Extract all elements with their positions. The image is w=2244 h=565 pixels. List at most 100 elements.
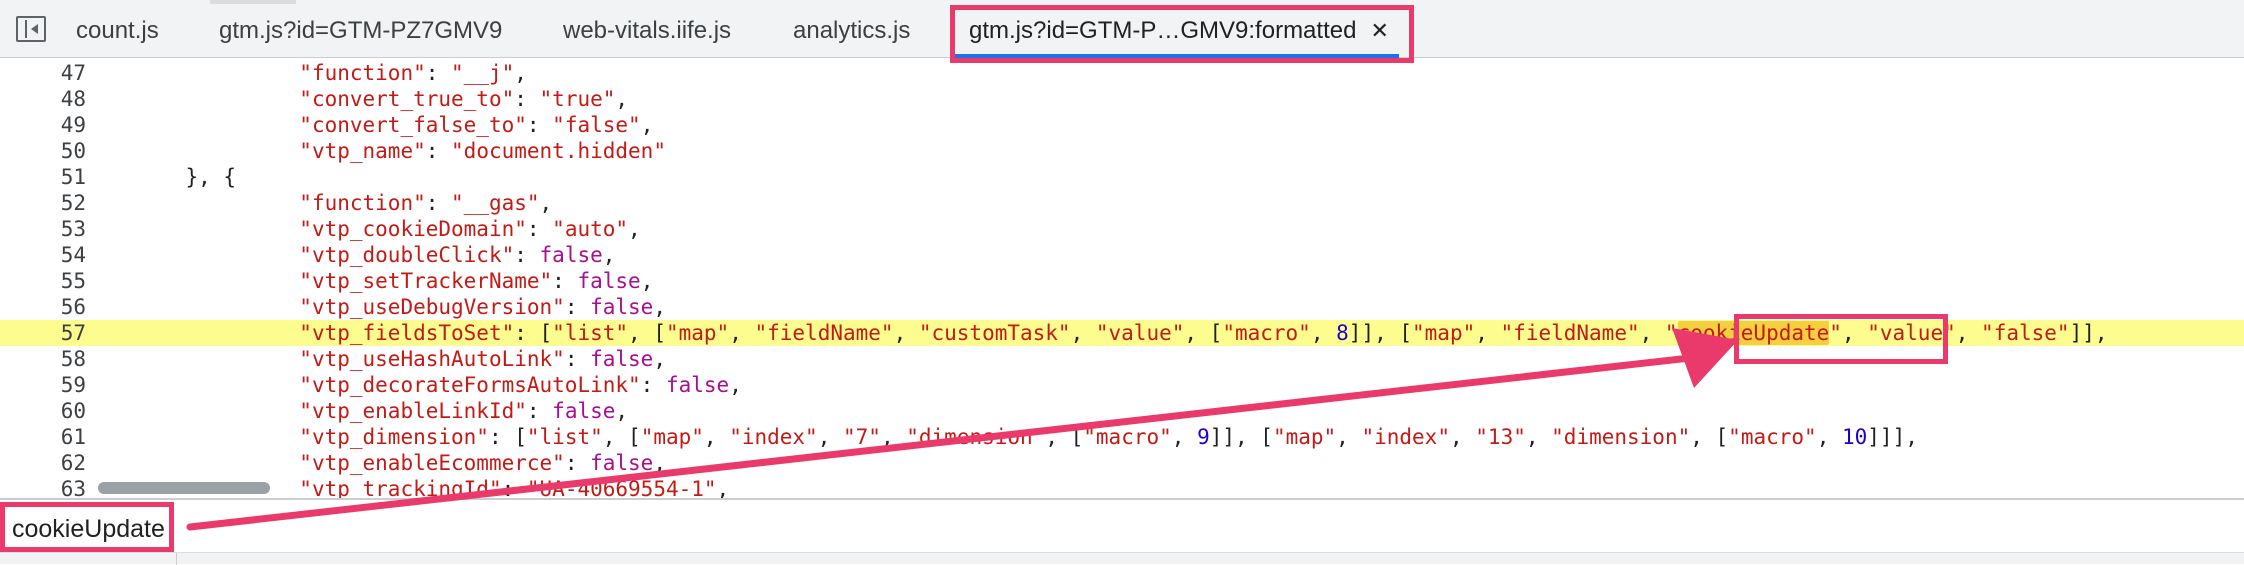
code-text: "vtp_enableEcommerce": false, [97,450,666,476]
code-token: : [514,87,540,111]
tab-gtm-js[interactable]: gtm.js?id=GTM-PZ7GMV9 [219,0,502,58]
code-text: "vtp_useHashAutoLink": false, [97,346,666,372]
code-token: , [ [1045,425,1084,449]
tab-analytics-js[interactable]: analytics.js [793,0,910,58]
code-text: "convert_false_to": "false", [97,112,653,138]
code-token: : [564,295,591,319]
code-token: false [552,399,616,423]
sidebar-toggle-icon[interactable] [16,16,46,42]
code-token: : [552,269,578,293]
search-match: cookieUpdate [1677,321,1830,345]
line-number: 62 [60,451,86,475]
code-text: "vtp_decorateFormsAutoLink": false, [97,372,742,398]
code-token: }, { [160,165,237,189]
code-token: "convert_true_to" [299,87,515,111]
code-token: , [1525,425,1552,449]
code-token: : [425,139,452,163]
code-token: , [653,451,666,475]
code-token: "vtp_trackingId" [299,477,502,498]
line-number: 47 [60,61,86,85]
line-number: 55 [60,269,86,293]
code-token: ]], [ [1348,321,1413,345]
code-token: " [1829,321,1842,345]
tab-count-js[interactable]: count.js [76,0,159,58]
code-editor[interactable]: 47 "function": "__j", 48 "convert_true_to… [0,58,2244,498]
code-token: , [1816,425,1842,449]
code-token: "__gas" [451,191,540,215]
code-token: 8 [1336,321,1349,345]
code-token: "value" [1095,321,1185,345]
code-token: , [640,113,654,137]
code-token: , [640,269,654,293]
code-token: "value" [1867,321,1956,345]
code-token: false [590,451,654,475]
code-token: "vtp_doubleClick" [299,243,515,267]
code-token: "list" [526,425,603,449]
code-line: 56 "vtp_useDebugVersion": false, [0,294,2244,320]
code-token: "auto" [552,217,629,241]
tab-label: gtm.js?id=GTM-P…GMV9:formatted [969,17,1357,44]
code-line: 60 "vtp_enableLinkId": false, [0,398,2244,424]
search-input[interactable] [12,512,1472,546]
code-token: 10 [1841,425,1868,449]
code-token: , [1475,321,1501,345]
line-number: 63 [60,477,86,498]
code-token: : [564,451,591,475]
sidebar-toggle-bar [25,20,27,38]
tab-web-vitals[interactable]: web-vitals.iife.js [563,0,731,58]
tab-label: analytics.js [793,17,911,44]
code-line: 55 "vtp_setTrackerName": false, [0,268,2244,294]
code-token: "map" [665,321,730,345]
line-number: 54 [60,243,86,267]
code-token: "dimension" [1551,425,1691,449]
code-token: , [602,243,616,267]
code-token: ]]], [1867,425,1918,449]
sidebar-toggle-arrow [31,24,38,34]
tab-gtm-formatted[interactable]: gtm.js?id=GTM-P…GMV9:formatted ✕ [969,0,1389,58]
code-token: , [1955,321,1982,345]
code-token: , [628,217,641,241]
code-token: "7" [843,425,881,449]
code-token: , [817,425,844,449]
line-number: 51 [60,165,86,189]
code-token: : [501,477,527,498]
code-token: , [703,425,730,449]
code-token: , [ [602,425,641,449]
code-token: "dimension" [906,425,1046,449]
code-token: false [665,373,730,397]
code-text: "convert_true_to": "true", [97,86,628,112]
code-token: false [590,347,654,371]
code-token: "vtp_useHashAutoLink" [299,347,565,371]
line-number: 60 [60,399,86,423]
code-token: "fieldName" [754,321,894,345]
code-token: : [526,113,553,137]
line-number: 56 [60,295,86,319]
code-token: , [514,61,527,85]
code-token: " [1664,321,1678,345]
code-token: "customTask" [918,321,1071,345]
close-icon[interactable]: ✕ [1370,18,1388,43]
code-token: "macro" [1222,321,1311,345]
code-token: "document.hidden" [451,139,666,163]
editor-tab-bar: count.js gtm.js?id=GTM-PZ7GMV9 web-vital… [0,0,2244,58]
code-token: "false" [552,113,641,137]
code-line: 58 "vtp_useHashAutoLink": false, [0,346,2244,372]
code-line: 59 "vtp_decorateFormsAutoLink": false, [0,372,2244,398]
line-number: 53 [60,217,86,241]
code-text: "vtp_name": "document.hidden" [97,138,666,164]
code-token: "false" [1981,321,2070,345]
code-text: "vtp_dimension": ["list", ["map", "index… [97,424,1918,450]
code-token: "vtp_enableLinkId" [299,399,527,423]
horizontal-scrollbar[interactable] [98,482,270,494]
code-text: "vtp_enableLinkId": false, [97,398,628,424]
code-token: : [526,217,553,241]
code-token: "13" [1475,425,1526,449]
